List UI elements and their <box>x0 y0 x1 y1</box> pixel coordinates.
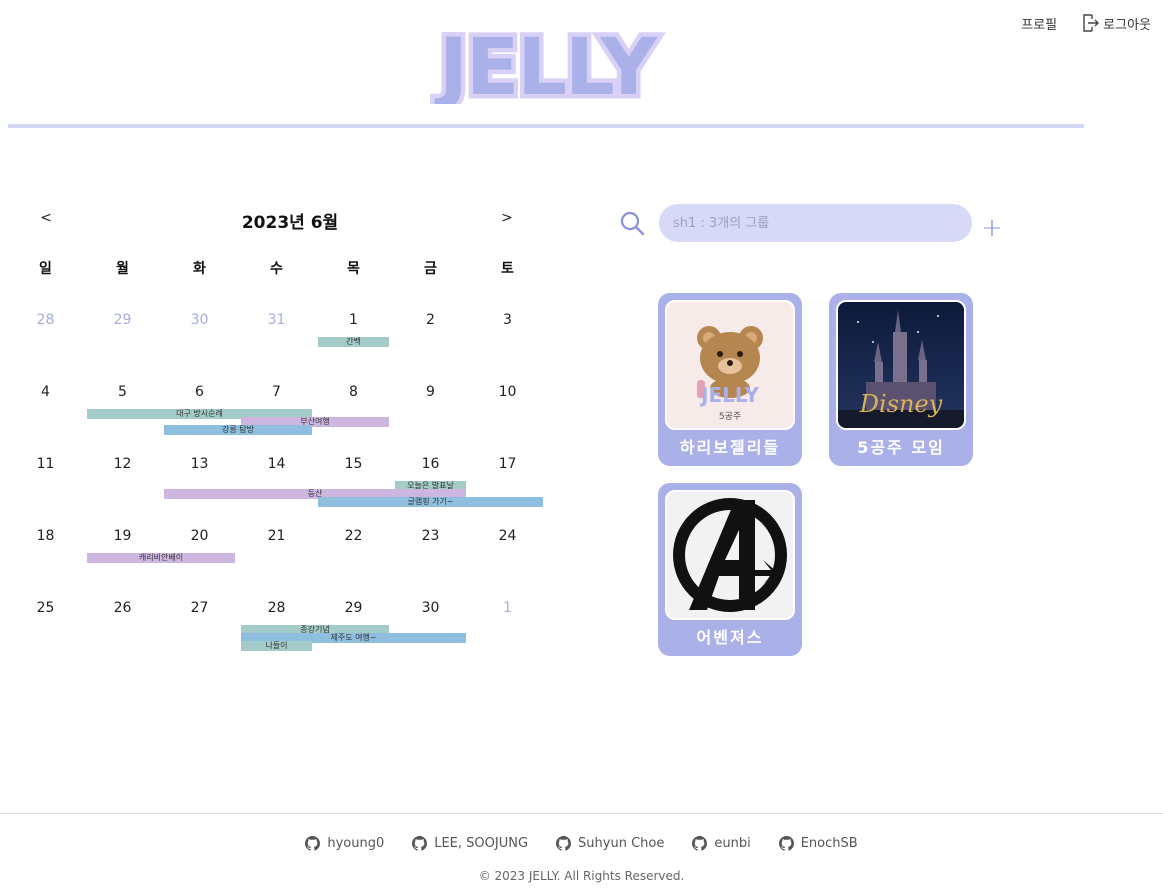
calendar-day[interactable]: 21 <box>238 528 315 544</box>
prev-month-button[interactable]: < <box>36 210 56 226</box>
svg-text:5공주: 5공주 <box>719 411 741 422</box>
calendar-day[interactable]: 17 <box>469 456 546 472</box>
logout-link[interactable]: 로그아웃 <box>1081 12 1151 34</box>
calendar-day[interactable]: 30 <box>161 312 238 328</box>
calendar-day[interactable]: 7 <box>238 384 315 400</box>
calendar-day[interactable]: 14 <box>238 456 315 472</box>
calendar-day[interactable]: 29 <box>84 312 161 328</box>
calendar-day[interactable]: 1 <box>469 600 546 616</box>
footer-link-label: LEE, SOOJUNG <box>434 836 529 851</box>
calendar-day[interactable]: 12 <box>84 456 161 472</box>
calendar-day[interactable]: 6 <box>161 384 238 400</box>
footer-link-label: eunbi <box>714 836 751 851</box>
calendar-day[interactable]: 1 <box>315 312 392 328</box>
calendar-day[interactable]: 9 <box>392 384 469 400</box>
github-icon <box>556 836 572 851</box>
calendar-day[interactable]: 11 <box>7 456 84 472</box>
group-search-input[interactable] <box>659 204 972 242</box>
calendar-day[interactable]: 19 <box>84 528 161 544</box>
calendar-day[interactable]: 22 <box>315 528 392 544</box>
github-icon <box>778 836 794 851</box>
calendar-event[interactable]: 캐리비안베이 <box>87 553 235 563</box>
footer-github-link[interactable]: Suhyun Choe <box>556 836 664 851</box>
calendar-day[interactable]: 4 <box>7 384 84 400</box>
weekday-label: 일 <box>39 261 52 277</box>
weekday-label: 토 <box>501 261 514 277</box>
calendar-day[interactable]: 31 <box>238 312 315 328</box>
calendar-day[interactable]: 13 <box>161 456 238 472</box>
calendar-day[interactable]: 24 <box>469 528 546 544</box>
avengers-logo-image <box>665 490 795 620</box>
calendar-title: 2023년 6월 <box>241 213 339 233</box>
footer-github-link[interactable]: LEE, SOOJUNG <box>412 836 528 851</box>
calendar-day[interactable]: 23 <box>392 528 469 544</box>
header-divider <box>8 124 1084 128</box>
weekday-label: 월 <box>116 261 129 277</box>
footer-links: hyoung0 LEE, SOOJUNG Suhyun Choe eunbi Enoch… <box>0 836 1163 851</box>
footer-github-link[interactable]: eunbi <box>692 836 751 851</box>
logout-icon <box>1083 14 1100 32</box>
calendar-day[interactable]: 26 <box>84 600 161 616</box>
group-name: 어벤져스 <box>696 628 764 647</box>
copyright-text: © 2023 JELLY. All Rights Reserved. <box>478 869 685 883</box>
calendar-day[interactable]: 16 <box>392 456 469 472</box>
search-icon[interactable] <box>619 210 645 236</box>
add-group-button[interactable]: + <box>980 214 1004 242</box>
calendar-event[interactable]: 나들이 <box>241 641 312 651</box>
footer-github-link[interactable]: EnochSB <box>778 836 858 851</box>
calendar-day[interactable]: 28 <box>7 312 84 328</box>
calendar-event[interactable]: 간백 <box>318 337 389 347</box>
disney-castle-image: Disney <box>836 300 966 430</box>
profile-label: 프로필 <box>1021 17 1058 33</box>
calendar-day[interactable]: 20 <box>161 528 238 544</box>
calendar-day[interactable]: 3 <box>469 312 546 328</box>
calendar-day[interactable]: 28 <box>238 600 315 616</box>
github-icon <box>692 836 708 851</box>
calendar-day[interactable]: 15 <box>315 456 392 472</box>
group-card-avengers[interactable]: 어벤져스 <box>658 483 802 656</box>
github-icon <box>305 836 321 851</box>
weekday-label: 수 <box>270 261 283 277</box>
logo-text: JELLY <box>434 23 659 104</box>
calendar-day[interactable]: 29 <box>315 600 392 616</box>
weekday-label: 목 <box>347 261 360 277</box>
calendar-day[interactable]: 8 <box>315 384 392 400</box>
group-card-haribo[interactable]: JELLY 5공주 하리보젤리들 <box>658 293 802 466</box>
svg-text:Disney: Disney <box>859 390 943 418</box>
github-icon <box>412 836 428 851</box>
calendar-event[interactable]: 강릉 탐방 <box>164 425 312 435</box>
calendar-day[interactable]: 25 <box>7 600 84 616</box>
next-month-button[interactable]: > <box>497 210 517 226</box>
calendar-day[interactable]: 27 <box>161 600 238 616</box>
calendar-day[interactable]: 18 <box>7 528 84 544</box>
calendar-event[interactable]: 글램핑 가기~ <box>318 497 543 507</box>
weekday-label: 화 <box>193 261 206 277</box>
group-name: 5공주 모임 <box>857 438 945 457</box>
calendar-day[interactable]: 2 <box>392 312 469 328</box>
group-card-5princess[interactable]: Disney 5공주 모임 <box>829 293 973 466</box>
footer-github-link[interactable]: hyoung0 <box>305 836 384 851</box>
calendar-day[interactable]: 30 <box>392 600 469 616</box>
jelly-logo[interactable]: JELLY <box>402 19 692 118</box>
footer-link-label: hyoung0 <box>327 836 385 851</box>
footer-divider <box>0 813 1163 814</box>
weekday-label: 금 <box>424 261 437 277</box>
logout-label: 로그아웃 <box>1103 17 1151 33</box>
calendar-day[interactable]: 10 <box>469 384 546 400</box>
profile-link[interactable]: 프로필 <box>1021 12 1057 34</box>
group-name: 하리보젤리들 <box>679 438 781 457</box>
calendar-nav: 2023년 6월 < > <box>36 208 520 233</box>
bear-jelly-image: JELLY 5공주 <box>665 300 795 430</box>
calendar-day[interactable]: 5 <box>84 384 161 400</box>
top-nav: 프로필 로그아웃 <box>1021 12 1151 34</box>
footer-link-label: Suhyun Choe <box>578 836 665 851</box>
svg-text:JELLY: JELLY <box>699 383 759 407</box>
footer-link-label: EnochSB <box>800 836 858 851</box>
